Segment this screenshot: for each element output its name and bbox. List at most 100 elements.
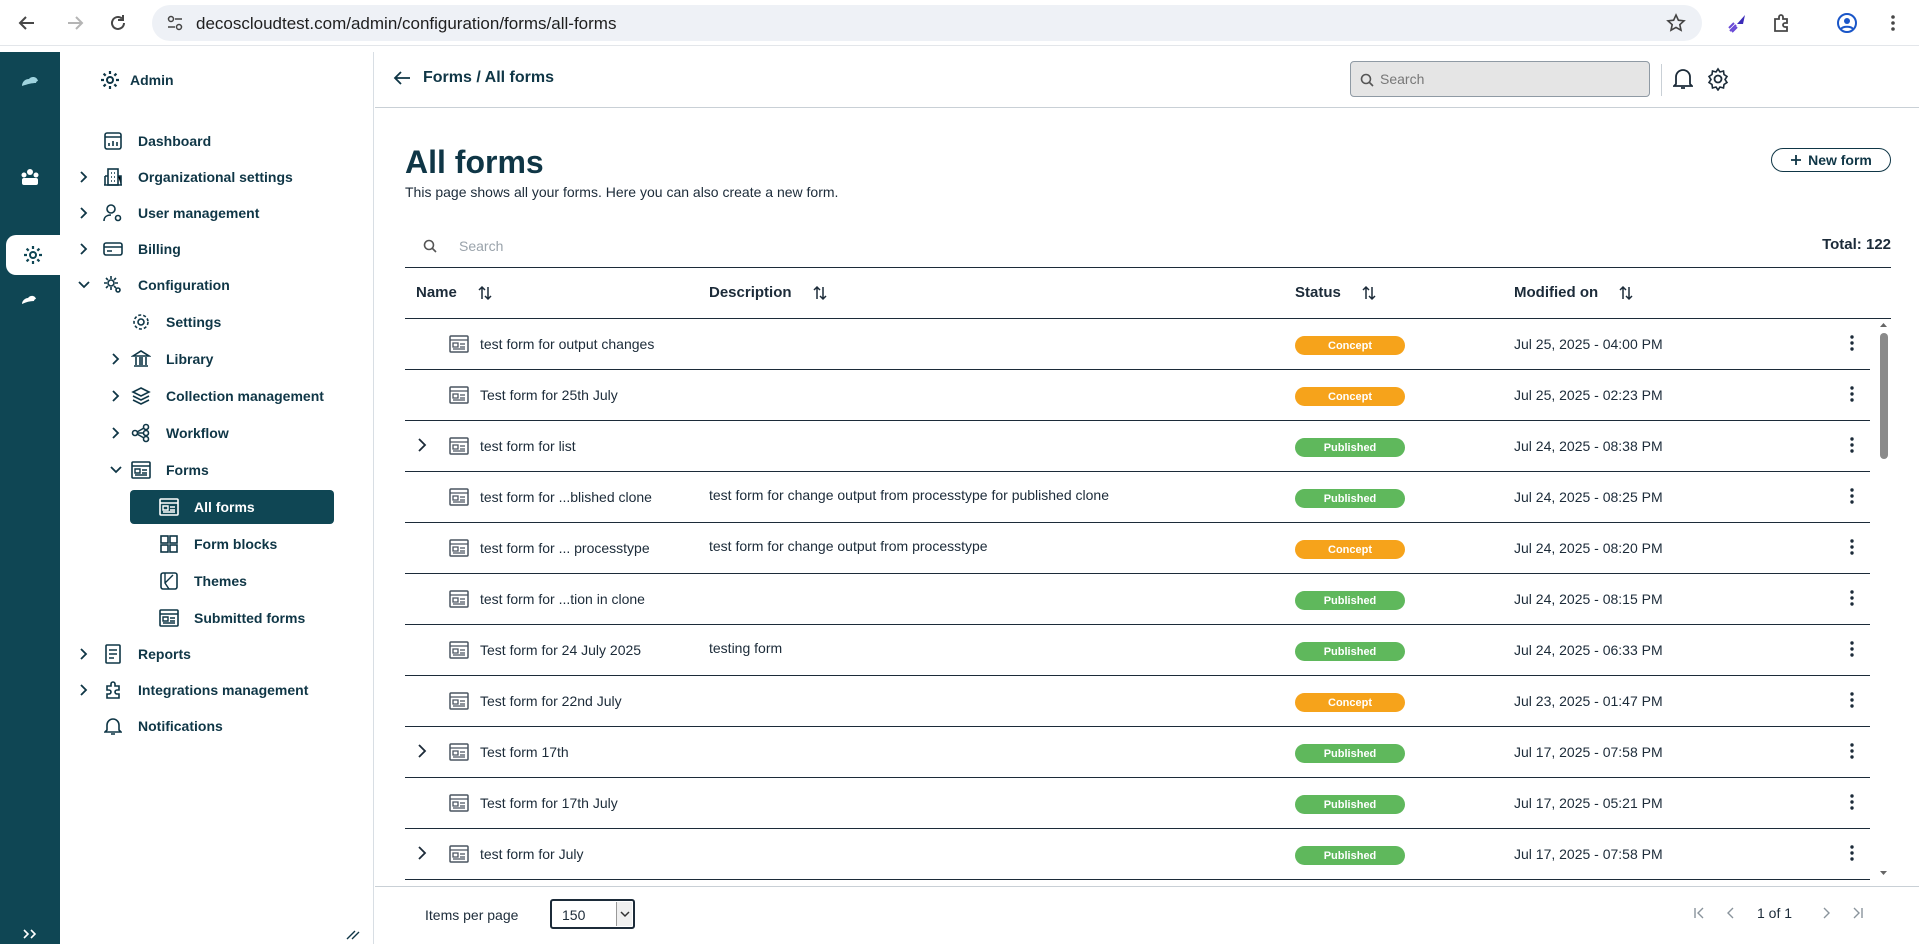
new-form-button[interactable]: New form xyxy=(1771,148,1891,172)
table-row[interactable]: test form for ... processtype test form f… xyxy=(405,523,1870,574)
table-row[interactable]: test form for output changes Concept Jul 2… xyxy=(405,319,1870,370)
form-name[interactable]: Test form for 24 July 2025 xyxy=(480,642,641,658)
table-row[interactable]: Test form for 22nd July Concept Jul 23, 20… xyxy=(405,676,1870,727)
bookmark-star-icon[interactable] xyxy=(1666,13,1686,33)
chevron-down-icon xyxy=(616,902,632,926)
credit-card-icon xyxy=(102,238,124,260)
form-name[interactable]: test form for ...blished clone xyxy=(480,489,652,505)
more-options-icon[interactable] xyxy=(1849,742,1855,760)
expand-chevron-icon[interactable] xyxy=(417,744,427,758)
form-name[interactable]: test form for output changes xyxy=(480,336,654,352)
table-row[interactable]: test form for ...blished clone test form … xyxy=(405,472,1870,523)
sort-icon[interactable] xyxy=(1361,285,1377,301)
more-options-icon[interactable] xyxy=(1849,844,1855,862)
column-header-status[interactable]: Status xyxy=(1295,284,1377,301)
items-per-page-select[interactable]: 150 xyxy=(550,899,635,929)
form-name[interactable]: Test form for 22nd July xyxy=(480,693,622,709)
sidebar-item-themes[interactable]: Themes xyxy=(158,564,247,598)
more-options-icon[interactable] xyxy=(1849,487,1855,505)
sort-icon[interactable] xyxy=(812,285,828,301)
back-arrow-icon[interactable] xyxy=(393,71,411,85)
cloud-icon[interactable] xyxy=(0,280,60,320)
sidebar-item-collection-management[interactable]: Collection management xyxy=(106,379,324,413)
browser-menu-icon[interactable] xyxy=(1880,10,1906,36)
table-row[interactable]: Test form 17th Published Jul 17, 2025 - 07… xyxy=(405,727,1870,778)
sidebar-item-configuration[interactable]: Configuration xyxy=(74,268,230,302)
modified-date: Jul 24, 2025 - 08:25 PM xyxy=(1514,489,1663,505)
chevron-right-icon xyxy=(106,390,126,402)
next-page-icon[interactable] xyxy=(1822,907,1831,919)
more-options-icon[interactable] xyxy=(1849,793,1855,811)
sort-icon[interactable] xyxy=(1618,285,1634,301)
collapse-sidebar-icon[interactable] xyxy=(346,930,360,940)
column-header-description[interactable]: Description xyxy=(709,284,828,301)
form-name[interactable]: Test form for 17th July xyxy=(480,795,618,811)
admin-gear-icon[interactable] xyxy=(3,235,63,275)
sidebar-item-forms[interactable]: Forms xyxy=(106,453,209,487)
sidebar-item-library[interactable]: Library xyxy=(106,342,213,376)
table-row[interactable]: Test form for 17th July Published Jul 17, … xyxy=(405,778,1870,829)
back-icon[interactable] xyxy=(14,10,40,36)
extension-rocket-icon[interactable] xyxy=(1725,10,1751,36)
forward-icon[interactable] xyxy=(62,10,88,36)
sidebar-item-integrations-management[interactable]: Integrations management xyxy=(74,673,308,707)
notification-bell-icon[interactable] xyxy=(1673,67,1693,91)
form-name[interactable]: test form for July xyxy=(480,846,583,862)
more-options-icon[interactable] xyxy=(1849,334,1855,352)
reload-icon[interactable] xyxy=(105,10,131,36)
settings-gear-icon[interactable] xyxy=(1706,67,1730,91)
table-row[interactable]: Test form for 24 July 2025 testing form Pu… xyxy=(405,625,1870,676)
sidebar-item-dashboard[interactable]: Dashboard xyxy=(74,124,211,158)
column-header-name[interactable]: Name xyxy=(416,284,493,301)
extensions-puzzle-icon[interactable] xyxy=(1768,10,1794,36)
table-row[interactable]: Test form for 25th July Concept Jul 25, 20… xyxy=(405,370,1870,421)
address-bar[interactable]: decoscloudtest.com/admin/configuration/f… xyxy=(152,5,1702,41)
expand-chevron-icon[interactable] xyxy=(417,846,427,860)
scrollbar-thumb[interactable] xyxy=(1880,333,1888,459)
last-page-icon[interactable] xyxy=(1852,907,1864,919)
expand-chevron-icon[interactable] xyxy=(417,438,427,452)
more-options-icon[interactable] xyxy=(1849,538,1855,556)
form-name[interactable]: Test form for 25th July xyxy=(480,387,618,403)
site-settings-icon[interactable] xyxy=(166,14,184,32)
table-row[interactable]: test form for list Published Jul 24, 2025 … xyxy=(405,421,1870,472)
breadcrumb: Forms / All forms xyxy=(393,69,554,87)
cases-icon[interactable] xyxy=(0,157,60,197)
profile-icon[interactable] xyxy=(1834,10,1860,36)
first-page-icon[interactable] xyxy=(1693,907,1705,919)
modified-date: Jul 17, 2025 - 05:21 PM xyxy=(1514,795,1663,811)
more-options-icon[interactable] xyxy=(1849,691,1855,709)
expand-rail-icon[interactable] xyxy=(0,924,60,944)
form-name[interactable]: test form for ... processtype xyxy=(480,540,650,556)
modified-date: Jul 24, 2025 - 08:20 PM xyxy=(1514,540,1663,556)
header-search-input[interactable]: Search xyxy=(1350,61,1650,97)
sidebar-item-settings[interactable]: Settings xyxy=(130,305,221,339)
page-title: All forms xyxy=(405,144,544,180)
sidebar-item-submitted-forms[interactable]: Submitted forms xyxy=(158,601,305,635)
new-form-label: New form xyxy=(1808,152,1872,168)
more-options-icon[interactable] xyxy=(1849,436,1855,454)
sidebar-item-billing[interactable]: Billing xyxy=(74,232,181,266)
more-options-icon[interactable] xyxy=(1849,385,1855,403)
sidebar-item-all-forms[interactable]: All forms xyxy=(130,490,334,524)
app-logo-icon[interactable] xyxy=(0,61,60,101)
sidebar-item-workflow[interactable]: Workflow xyxy=(106,416,229,450)
sidebar-item-reports[interactable]: Reports xyxy=(74,637,191,671)
more-options-icon[interactable] xyxy=(1849,589,1855,607)
form-name[interactable]: Test form 17th xyxy=(480,744,569,760)
more-options-icon[interactable] xyxy=(1849,640,1855,658)
column-header-modified-on[interactable]: Modified on xyxy=(1514,284,1634,301)
breadcrumb-text[interactable]: Forms / All forms xyxy=(423,69,554,87)
workflow-icon xyxy=(130,422,152,444)
table-search-input[interactable]: Search Total: 122 xyxy=(405,224,1891,268)
table-row[interactable]: test form for ...tion in clone Published J… xyxy=(405,574,1870,625)
form-name[interactable]: test form for ...tion in clone xyxy=(480,591,645,607)
table-row[interactable]: test form for July Published Jul 17, 2025 … xyxy=(405,829,1870,880)
sort-icon[interactable] xyxy=(477,285,493,301)
sidebar-item-user-management[interactable]: User management xyxy=(74,196,259,230)
sidebar-item-organizational-settings[interactable]: Organizational settings xyxy=(74,160,293,194)
previous-page-icon[interactable] xyxy=(1727,907,1735,919)
form-name[interactable]: test form for list xyxy=(480,438,576,454)
sidebar-item-notifications[interactable]: Notifications xyxy=(74,709,223,743)
sidebar-item-form-blocks[interactable]: Form blocks xyxy=(158,527,277,561)
